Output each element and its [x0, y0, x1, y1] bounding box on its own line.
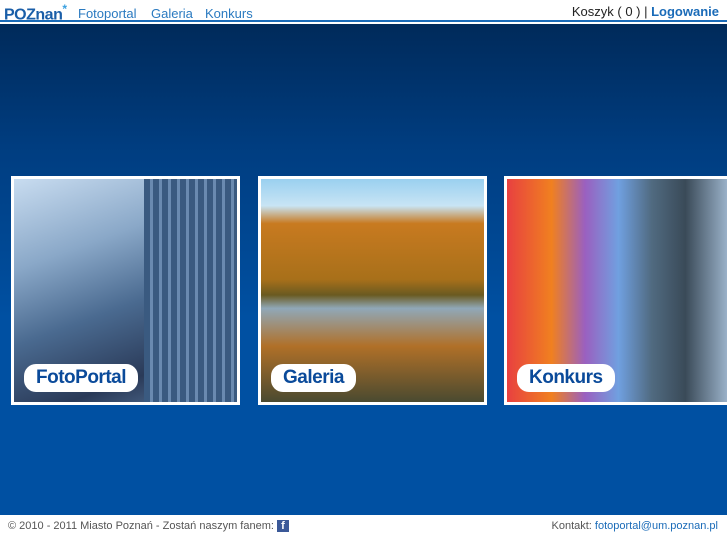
tile-label: Galeria	[271, 364, 356, 392]
tile-konkurs[interactable]: Konkurs	[504, 176, 727, 405]
building-image	[144, 179, 237, 402]
contact-label: Kontakt:	[551, 520, 592, 532]
logo-star-icon: *	[62, 2, 67, 16]
nav-fotoportal[interactable]: Fotoportal	[78, 6, 137, 21]
contact: Kontakt: fotoportal@um.poznan.pl	[552, 520, 719, 532]
nav-konkurs[interactable]: Konkurs	[205, 6, 253, 21]
contact-email-link[interactable]: fotoportal@um.poznan.pl	[595, 520, 718, 532]
nav-galeria[interactable]: Galeria	[151, 6, 193, 21]
user-links: Koszyk ( 0 ) | Logowanie	[572, 4, 719, 19]
copyright: © 2010 - 2011 Miasto Poznań - Zostań nas…	[8, 520, 289, 533]
main-area: FotoPortal Galeria Konkurs	[0, 24, 727, 515]
top-bar: POZnan* Fotoportal Galeria Konkurs Koszy…	[0, 0, 727, 24]
logo-text: POZnan	[4, 6, 63, 24]
tile-label: Konkurs	[517, 364, 615, 392]
tile-fotoportal[interactable]: FotoPortal	[11, 176, 240, 405]
cart-link[interactable]: Koszyk ( 0 ) |	[572, 4, 648, 19]
poznan-logo[interactable]: POZnan*	[4, 2, 67, 24]
login-link[interactable]: Logowanie	[651, 4, 719, 19]
tile-label: FotoPortal	[24, 364, 138, 392]
footer: © 2010 - 2011 Miasto Poznań - Zostań nas…	[0, 515, 727, 545]
facebook-icon[interactable]: f	[277, 520, 289, 533]
tile-galeria[interactable]: Galeria	[258, 176, 487, 405]
copyright-text: © 2010 - 2011 Miasto Poznań - Zostań nas…	[8, 520, 274, 532]
